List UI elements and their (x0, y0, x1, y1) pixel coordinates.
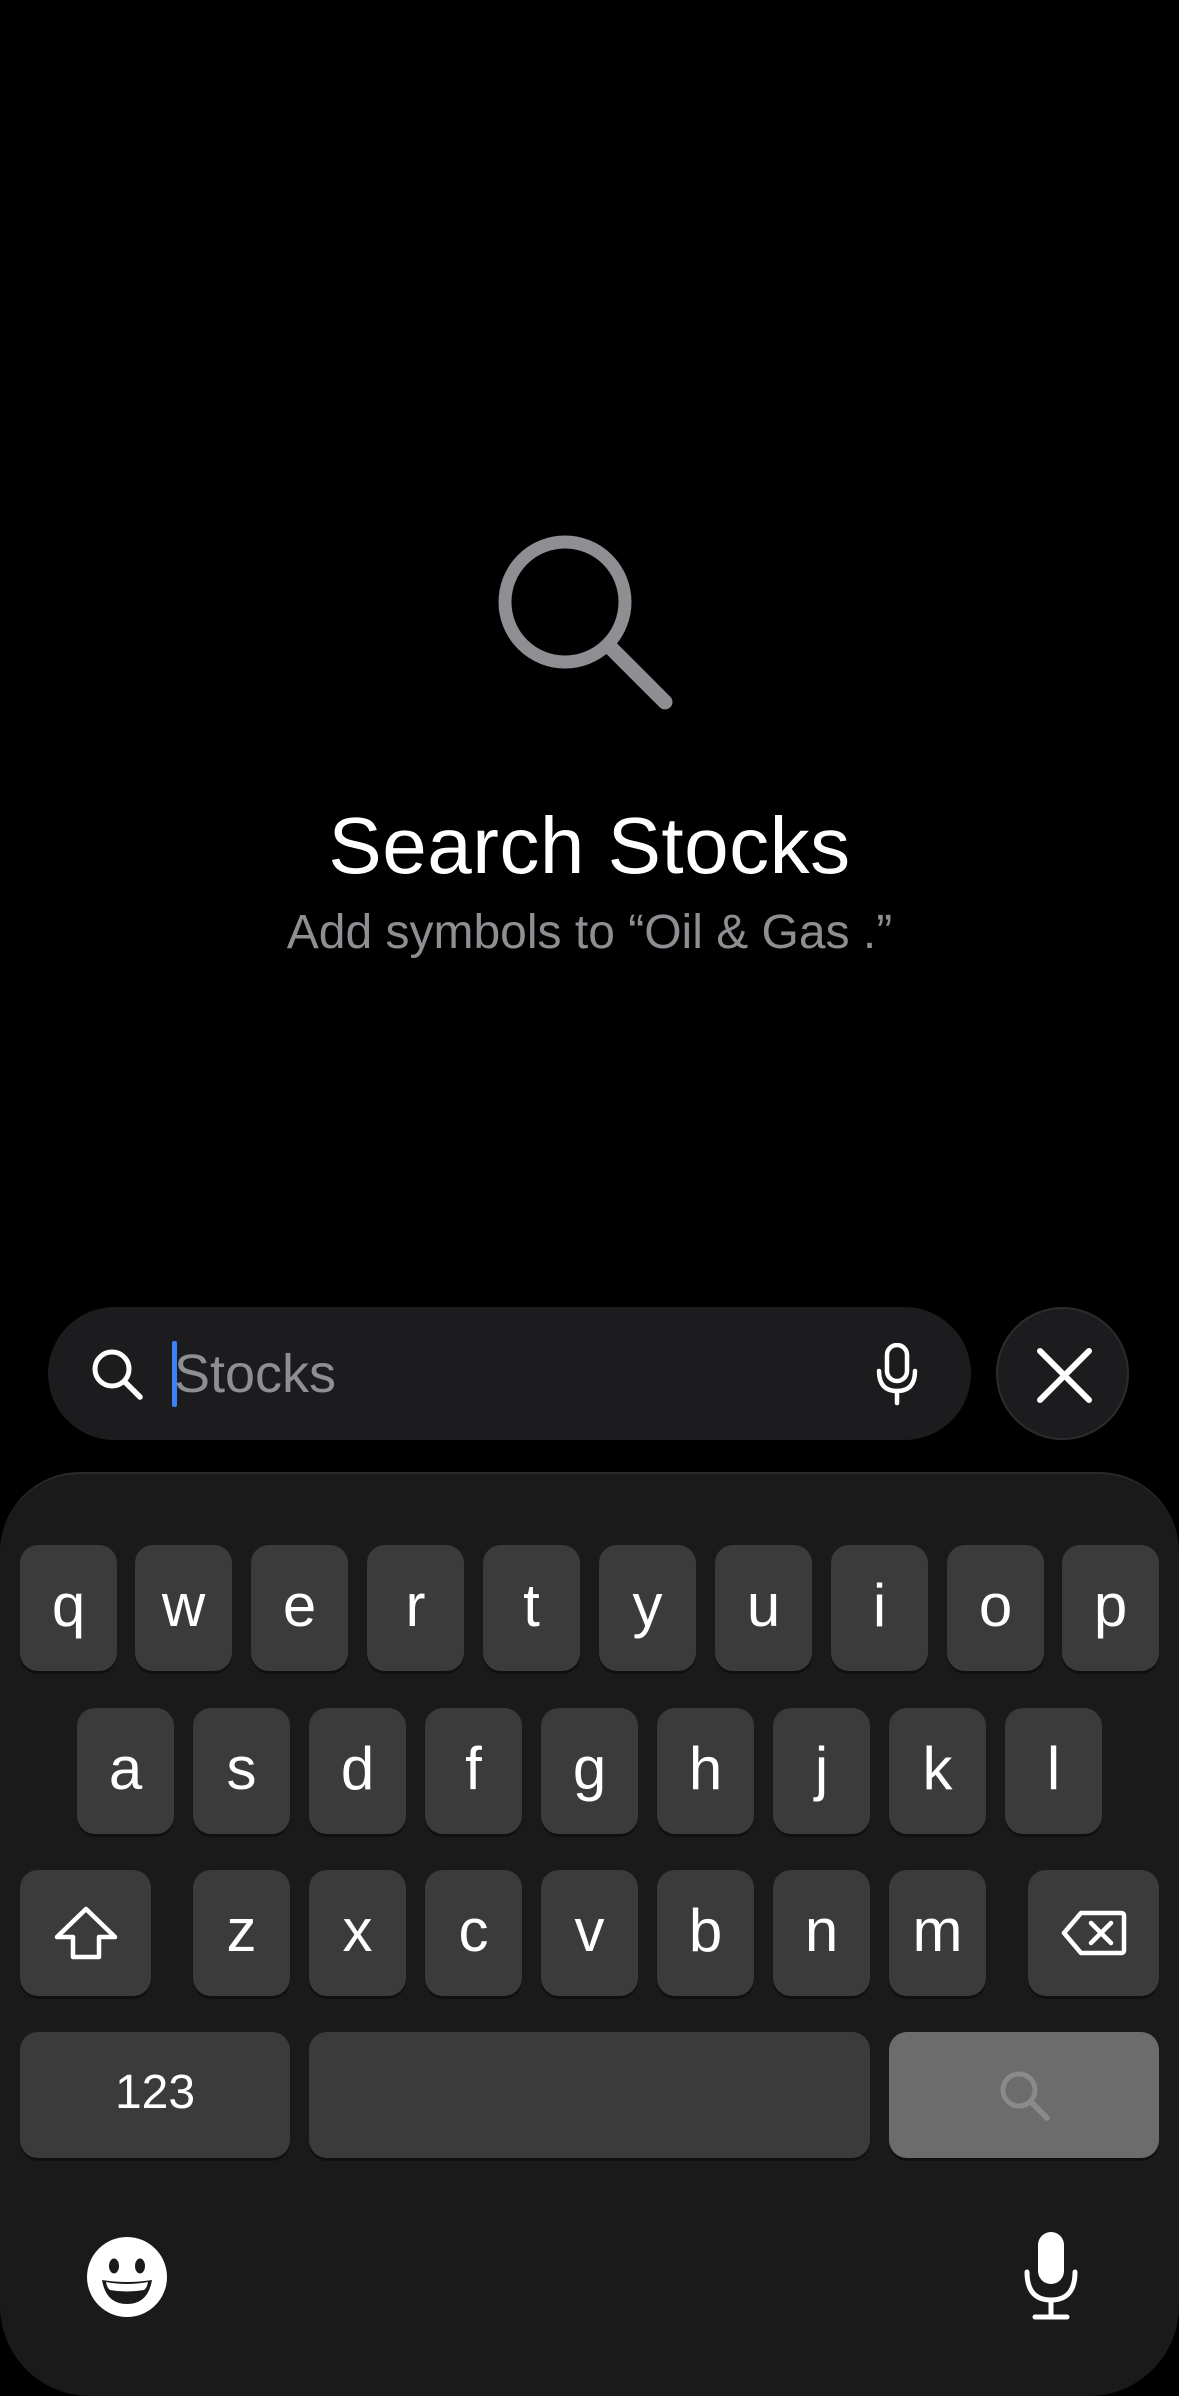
key-label: x (342, 1897, 373, 1964)
key-label: j (814, 1735, 829, 1802)
numbers-key[interactable]: 123 (20, 2032, 290, 2158)
key-g[interactable]: g (541, 1708, 638, 1834)
key-label: r (405, 1572, 426, 1639)
key-c[interactable]: c (425, 1870, 522, 1996)
key-v[interactable]: v (541, 1870, 638, 1996)
key-r[interactable]: r (367, 1545, 464, 1671)
key-f[interactable]: f (425, 1708, 522, 1834)
key-label: q (51, 1572, 86, 1639)
key-x[interactable]: x (309, 1870, 406, 1996)
key-label: b (688, 1897, 723, 1964)
key-label: o (978, 1572, 1013, 1639)
key-label: g (572, 1735, 607, 1802)
key-u[interactable]: u (715, 1545, 812, 1671)
key-label: v (574, 1897, 605, 1964)
search-icon (1000, 2071, 1050, 2121)
close-icon (1037, 1348, 1092, 1403)
delete-icon (1061, 1910, 1126, 1956)
search-input[interactable] (174, 1333, 874, 1415)
key-label: s (226, 1735, 257, 1802)
key-j[interactable]: j (773, 1708, 870, 1834)
key-n[interactable]: n (773, 1870, 870, 1996)
microphone-icon[interactable] (874, 1343, 920, 1407)
close-button[interactable] (996, 1307, 1129, 1440)
key-h[interactable]: h (657, 1708, 754, 1834)
key-label: l (1046, 1735, 1061, 1802)
key-w[interactable]: w (135, 1545, 232, 1671)
emoji-icon[interactable] (86, 2236, 168, 2318)
key-label: d (340, 1735, 375, 1802)
key-i[interactable]: i (831, 1545, 928, 1671)
key-label: h (688, 1735, 723, 1802)
key-k[interactable]: k (889, 1708, 986, 1834)
key-q[interactable]: q (20, 1545, 117, 1671)
key-label: m (912, 1897, 963, 1964)
key-label: e (282, 1572, 317, 1639)
key-label: i (872, 1572, 887, 1639)
key-label: n (804, 1897, 839, 1964)
key-b[interactable]: b (657, 1870, 754, 1996)
key-p[interactable]: p (1062, 1545, 1159, 1671)
key-label: k (922, 1735, 953, 1802)
empty-state-title: Search Stocks (328, 801, 851, 890)
search-key[interactable] (889, 2032, 1159, 2158)
key-label: f (465, 1735, 482, 1802)
empty-state-subtitle: Add symbols to “Oil & Gas .” (286, 906, 893, 959)
magnifying-glass-icon (498, 535, 673, 710)
key-e[interactable]: e (251, 1545, 348, 1671)
key-label: w (161, 1572, 206, 1639)
search-bar[interactable] (48, 1307, 971, 1440)
key-y[interactable]: y (599, 1545, 696, 1671)
key-label: 123 (114, 2066, 196, 2119)
key-m[interactable]: m (889, 1870, 986, 1996)
space-key[interactable] (309, 2032, 870, 2158)
delete-key[interactable] (1028, 1870, 1159, 1996)
shift-icon (54, 1906, 117, 1960)
dictation-icon[interactable] (1022, 2230, 1080, 2322)
search-icon (92, 1349, 143, 1400)
key-label: a (108, 1735, 143, 1802)
key-t[interactable]: t (483, 1545, 580, 1671)
key-d[interactable]: d (309, 1708, 406, 1834)
key-label: y (632, 1572, 663, 1639)
key-label: u (746, 1572, 781, 1639)
key-a[interactable]: a (77, 1708, 174, 1834)
key-z[interactable]: z (193, 1870, 290, 1996)
shift-key[interactable] (20, 1870, 151, 1996)
key-label: t (523, 1572, 540, 1639)
key-label: c (458, 1897, 489, 1964)
key-label: z (226, 1897, 257, 1964)
key-l[interactable]: l (1005, 1708, 1102, 1834)
key-s[interactable]: s (193, 1708, 290, 1834)
key-o[interactable]: o (947, 1545, 1044, 1671)
key-label: p (1093, 1572, 1128, 1639)
